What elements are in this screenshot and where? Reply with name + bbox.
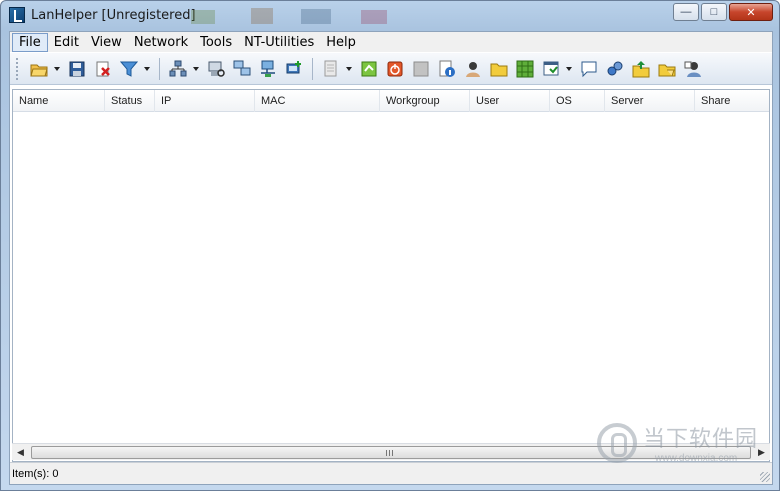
menu-bar: File Edit View Network Tools NT-Utilitie… <box>10 32 772 52</box>
minimize-button[interactable]: — <box>673 3 699 21</box>
app-icon[interactable] <box>9 7 25 23</box>
watermark-text: 当下软件园 <box>643 427 759 452</box>
menu-view[interactable]: View <box>85 34 128 51</box>
filter-dropdown-icon[interactable] <box>142 58 152 80</box>
user-icon[interactable] <box>462 58 484 80</box>
blank-gray-icon[interactable] <box>410 58 432 80</box>
title-bar[interactable]: LanHelper [Unregistered] — □ ✕ <box>1 1 779 30</box>
title-decoration <box>191 8 387 24</box>
toolbar-grip[interactable] <box>16 57 20 80</box>
message-icon[interactable] <box>578 58 600 80</box>
scan-network-icon[interactable] <box>167 58 189 80</box>
menu-edit[interactable]: Edit <box>48 34 85 51</box>
column-header-status[interactable]: Status <box>105 90 155 112</box>
document-icon[interactable] <box>320 58 342 80</box>
column-header-mac[interactable]: MAC <box>255 90 380 112</box>
resize-grip-icon[interactable] <box>760 472 770 482</box>
close-button[interactable]: ✕ <box>729 3 773 21</box>
toolbar-separator <box>159 57 160 80</box>
watermark: 当下软件园 www.downxia.com <box>597 419 769 473</box>
computer-scan-icon[interactable] <box>205 58 227 80</box>
scroll-left-icon[interactable]: ◀ <box>12 444 29 461</box>
toolbar <box>10 53 772 85</box>
folder-icon[interactable] <box>488 58 510 80</box>
menu-network[interactable]: Network <box>128 34 194 51</box>
share-up-icon[interactable] <box>630 58 652 80</box>
column-header-os[interactable]: OS <box>550 90 605 112</box>
grid-icon[interactable] <box>514 58 536 80</box>
save-icon[interactable] <box>66 58 88 80</box>
window-list-icon[interactable] <box>540 58 562 80</box>
column-header-name[interactable]: Name <box>13 90 105 112</box>
open-folder-icon[interactable] <box>28 58 50 80</box>
filter-icon[interactable] <box>118 58 140 80</box>
watermark-url: www.downxia.com <box>655 453 738 464</box>
services-icon[interactable] <box>604 58 626 80</box>
app-window: LanHelper [Unregistered] — □ ✕ File Edit… <box>0 0 780 491</box>
column-header-server[interactable]: Server <box>605 90 695 112</box>
list-header: Name Status IP MAC Workgroup User OS Ser… <box>13 90 769 112</box>
open-share-icon[interactable] <box>656 58 678 80</box>
item-count: Item(s): 0 <box>12 467 59 480</box>
column-header-user[interactable]: User <box>470 90 550 112</box>
open-dropdown-icon[interactable] <box>52 58 62 80</box>
refresh-green-icon[interactable] <box>358 58 380 80</box>
document-dropdown-icon[interactable] <box>344 58 354 80</box>
scrollbar-grip-icon <box>386 449 393 456</box>
computer-list[interactable]: Name Status IP MAC Workgroup User OS Ser… <box>12 89 770 462</box>
menu-file[interactable]: File <box>12 32 48 52</box>
power-icon[interactable] <box>384 58 406 80</box>
list-body[interactable] <box>13 112 769 461</box>
delete-icon[interactable] <box>92 58 114 80</box>
column-header-ip[interactable]: IP <box>155 90 255 112</box>
window-title: LanHelper [Unregistered] <box>31 8 196 23</box>
add-computer-icon[interactable] <box>283 58 305 80</box>
column-header-share[interactable]: Share <box>695 90 769 112</box>
column-header-workgroup[interactable]: Workgroup <box>380 90 470 112</box>
info-icon[interactable] <box>436 58 458 80</box>
computers-icon[interactable] <box>231 58 253 80</box>
menu-nt-utilities[interactable]: NT-Utilities <box>238 34 320 51</box>
maximize-button[interactable]: □ <box>701 3 727 21</box>
menu-help[interactable]: Help <box>320 34 362 51</box>
menu-tools[interactable]: Tools <box>194 34 238 51</box>
network-share-icon[interactable] <box>257 58 279 80</box>
user-manage-icon[interactable] <box>682 58 704 80</box>
client-area: File Edit View Network Tools NT-Utilitie… <box>9 31 773 485</box>
toolbar-separator <box>312 57 313 80</box>
window-list-dropdown-icon[interactable] <box>564 58 574 80</box>
scan-dropdown-icon[interactable] <box>191 58 201 80</box>
watermark-logo-icon <box>597 423 637 463</box>
